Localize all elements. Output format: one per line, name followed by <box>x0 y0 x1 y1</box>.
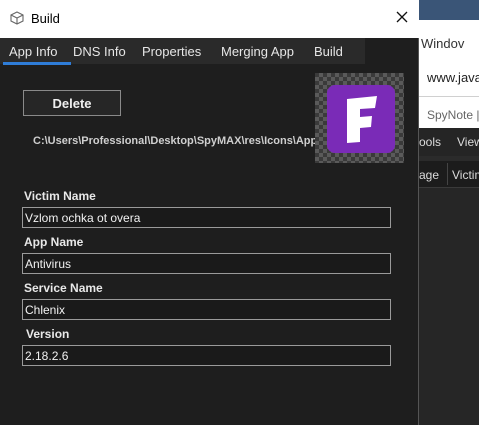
column-header-victim[interactable]: Victim <box>452 168 479 182</box>
cube-icon <box>10 11 24 25</box>
tab-bar: App Info DNS Info Properties Merging App… <box>0 38 365 64</box>
service-name-label: Service Name <box>24 281 103 295</box>
delete-button[interactable]: Delete <box>23 90 121 116</box>
background-tab[interactable]: SpyNote | <box>427 108 479 122</box>
version-input[interactable] <box>22 345 391 366</box>
app-name-input[interactable] <box>22 253 391 274</box>
icon-path: C:\Users\Professional\Desktop\SpyMAX\res… <box>33 135 315 147</box>
build-dialog: Build App Info DNS Info Properties Mergi… <box>0 0 419 425</box>
active-tab-indicator <box>3 62 71 65</box>
tab-properties[interactable]: Properties <box>142 44 201 59</box>
menu-item-tools[interactable]: ools <box>419 135 441 149</box>
victim-name-label: Victim Name <box>24 189 96 203</box>
title-bar: Build <box>0 0 419 38</box>
background-app-window: Windov www.java SpyNote | ools View age … <box>419 0 479 425</box>
tab-build[interactable]: Build <box>314 44 343 59</box>
fortnite-f-icon <box>327 85 395 153</box>
close-icon <box>396 10 408 28</box>
column-separator <box>447 163 448 185</box>
background-window-title: Windov <box>421 36 465 51</box>
background-strip <box>419 0 479 20</box>
service-name-input[interactable] <box>22 299 391 320</box>
version-label: Version <box>26 327 70 341</box>
tab-merging-app[interactable]: Merging App <box>221 44 294 59</box>
column-header-age[interactable]: age <box>419 168 439 182</box>
tab-dns-info[interactable]: DNS Info <box>73 44 126 59</box>
close-button[interactable] <box>391 8 413 30</box>
tab-app-info[interactable]: App Info <box>9 44 57 59</box>
app-icon-preview[interactable] <box>315 73 404 163</box>
window-title: Build <box>31 11 60 26</box>
victim-name-input[interactable] <box>22 207 391 228</box>
app-name-label: App Name <box>24 235 84 249</box>
background-list-area <box>419 188 479 425</box>
divider <box>419 96 479 97</box>
menu-item-view[interactable]: View <box>457 135 479 149</box>
background-url: www.java <box>427 70 479 85</box>
